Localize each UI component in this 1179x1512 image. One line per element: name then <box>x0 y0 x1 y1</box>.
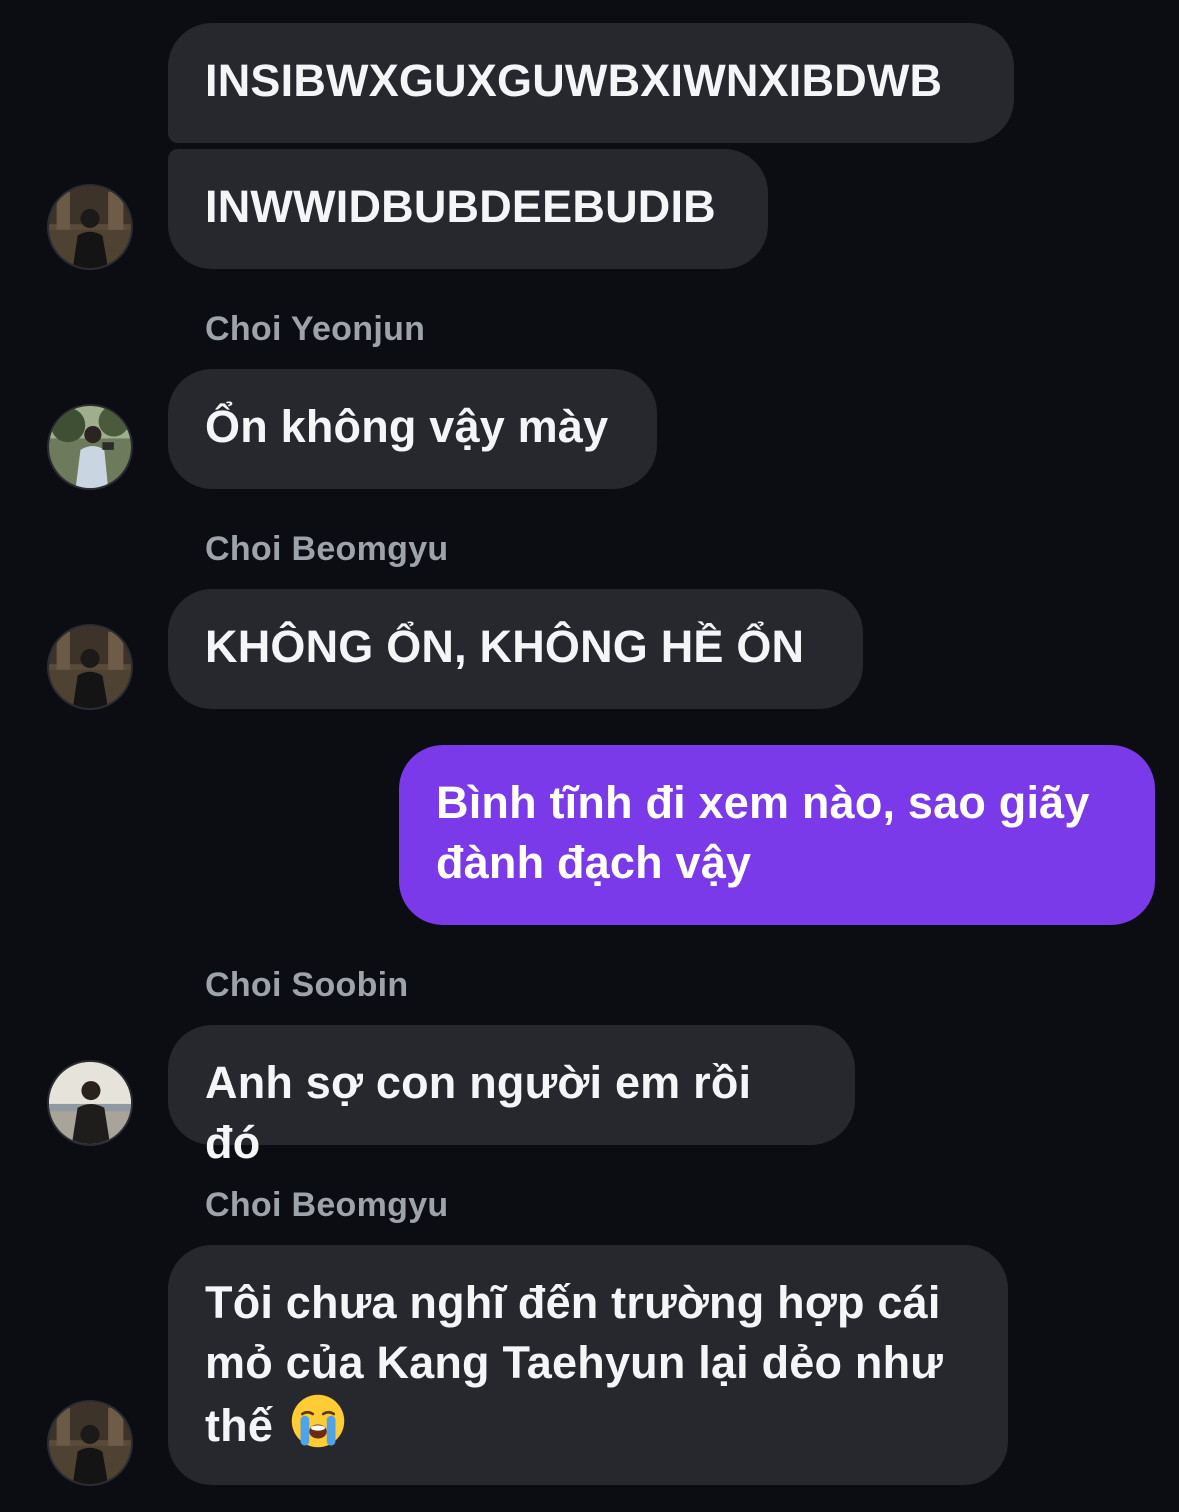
avatar-beomgyu-image <box>49 1402 131 1484</box>
message-text-line: Bình tĩnh đi xem nào, sao giãy <box>436 777 1090 828</box>
loudly-crying-face-icon <box>291 1394 345 1448</box>
message-text-line: Tôi chưa nghĩ đến trường hợp cái <box>205 1277 941 1328</box>
avatar-beomgyu-image <box>49 186 131 268</box>
avatar[interactable] <box>47 184 133 270</box>
avatar-yeonjun-image <box>49 406 131 488</box>
message-bubble[interactable]: INSIBWXGUXGUWBXIWNXIBDWB <box>168 23 1014 143</box>
message-text: Anh sợ con người em rồi đó <box>205 1057 752 1168</box>
message-text: KHÔNG ỔN, KHÔNG HỀ ỔN <box>205 621 805 672</box>
avatar[interactable] <box>47 1400 133 1486</box>
outgoing-message-bubble[interactable]: Bình tĩnh đi xem nào, sao giãy đành đạch… <box>399 745 1155 925</box>
message-bubble[interactable]: KHÔNG ỔN, KHÔNG HỀ ỔN <box>168 589 863 709</box>
message-text: INSIBWXGUXGUWBXIWNXIBDWB <box>205 55 943 106</box>
avatar[interactable] <box>47 404 133 490</box>
sender-name: Choi Yeonjun <box>205 310 426 348</box>
sender-name: Choi Soobin <box>205 966 409 1004</box>
message-text: Ổn không vậy mày <box>205 401 609 452</box>
message-text-line: đành đạch vậy <box>436 837 752 888</box>
message-bubble[interactable]: Tôi chưa nghĩ đến trường hợp cái mỏ của … <box>168 1245 1008 1485</box>
message-text: thế <box>205 1400 274 1451</box>
avatar[interactable] <box>47 624 133 710</box>
message-bubble[interactable]: INWWIDBUBDEEBUDIB <box>168 149 768 269</box>
message-bubble[interactable]: Ổn không vậy mày <box>168 369 657 489</box>
message-bubble[interactable]: Anh sợ con người em rồi đó <box>168 1025 855 1168</box>
message-text-line: thế <box>205 1393 971 1456</box>
avatar[interactable] <box>47 1060 133 1146</box>
avatar-soobin-image <box>49 1062 131 1144</box>
sender-name: Choi Beomgyu <box>205 530 449 568</box>
avatar-beomgyu-image <box>49 626 131 708</box>
message-text-line: mỏ của Kang Taehyun lại dẻo như <box>205 1337 944 1388</box>
message-text: INWWIDBUBDEEBUDIB <box>205 181 716 232</box>
sender-name: Choi Beomgyu <box>205 1186 449 1224</box>
